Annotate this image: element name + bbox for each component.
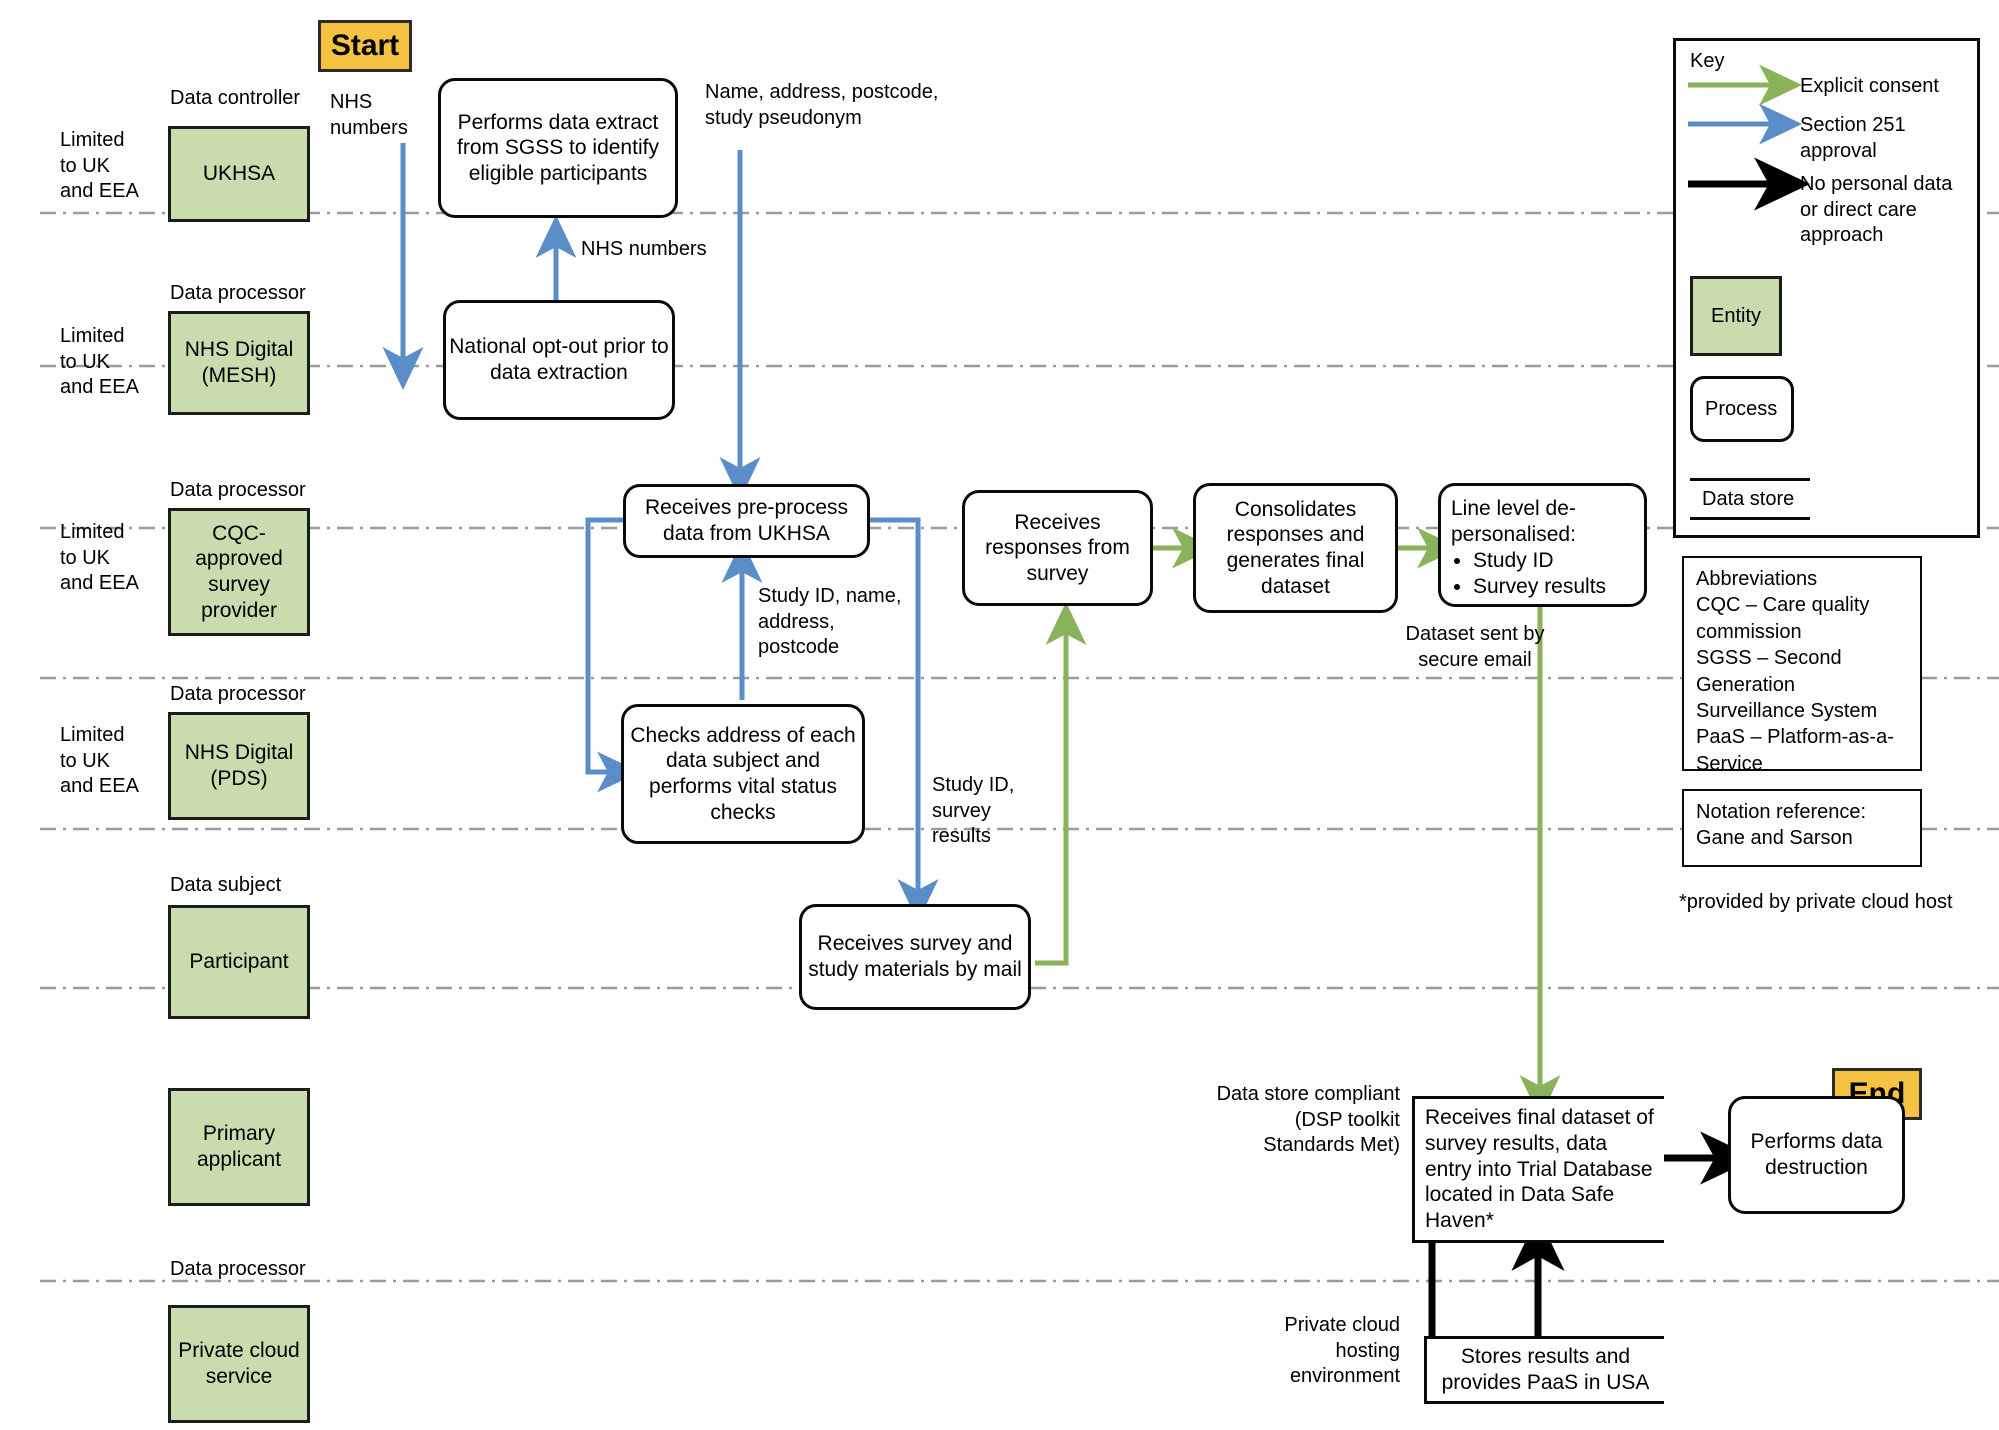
process-consolidates-responses[interactable]: Consolidates responses and generates fin… xyxy=(1193,483,1398,613)
lane-scope-nhs-mesh: Limited to UK and EEA xyxy=(60,325,139,399)
process-receives-survey-materials[interactable]: Receives survey and study materials by m… xyxy=(799,904,1031,1010)
lane-role-ukhsa: Data controller xyxy=(170,87,301,109)
lane-role-cqc-survey: Data processor xyxy=(170,479,306,501)
flow-label-nhs-numbers-mid: NHS numbers xyxy=(581,238,707,260)
abbreviations-box: Abbreviations CQC – Care quality commiss… xyxy=(1682,556,1922,775)
process-performs-data-extract[interactable]: Performs data extract from SGSS to ident… xyxy=(438,78,678,218)
datastore-final-dataset-text: Receives final dataset of survey results… xyxy=(1425,1106,1654,1232)
entity-primary-applicant[interactable]: Primary applicant xyxy=(168,1088,310,1206)
lane-scope-nhs-pds: Limited to UK and EEA xyxy=(60,724,139,798)
flow-label-study-id-survey-results: Study ID, survey results xyxy=(932,774,1015,848)
line-level-bullet-study-id: Study ID xyxy=(1473,548,1634,574)
lane-scope-cqc-survey: Limited to UK and EEA xyxy=(60,521,139,595)
key-shape-data-store: Data store xyxy=(1690,478,1810,520)
datastore-paas-usa[interactable]: Stores results and provides PaaS in USA xyxy=(1424,1336,1664,1404)
key-legend-label-explicit-consent: Explicit consent xyxy=(1800,75,1939,97)
start-terminator[interactable]: Start xyxy=(318,20,412,72)
datastore-final-dataset-trial-database[interactable]: Receives final dataset of survey results… xyxy=(1412,1096,1664,1243)
entity-cqc-survey-provider[interactable]: CQC- approved survey provider xyxy=(168,508,310,636)
process-receives-preprocess-data[interactable]: Receives pre-process data from UKHSA xyxy=(623,484,870,558)
lane-role-nhs-pds: Data processor xyxy=(170,683,306,705)
key-shape-process: Process xyxy=(1690,376,1794,442)
entity-private-cloud-service[interactable]: Private cloud service xyxy=(168,1305,310,1423)
process-performs-data-destruction[interactable]: Performs data destruction xyxy=(1728,1096,1905,1214)
process-checks-address-vital-status[interactable]: Checks address of each data subject and … xyxy=(621,704,865,844)
lane-role-nhs-mesh: Data processor xyxy=(170,282,306,304)
notation-reference-box: Notation reference: Gane and Sarson xyxy=(1682,789,1922,867)
entity-participant[interactable]: Participant xyxy=(168,905,310,1019)
line-level-bullet-survey-results: Survey results xyxy=(1473,574,1634,600)
footnote-private-cloud-host: *provided by private cloud host xyxy=(1679,891,1953,913)
lane-role-private-cloud: Data processor xyxy=(170,1258,306,1280)
key-legend-label-no-personal-data: No personal data or direct care approach xyxy=(1800,173,1953,247)
entity-nhs-digital-pds[interactable]: NHS Digital (PDS) xyxy=(168,712,310,820)
flow-label-nhs-numbers-top: NHS numbers xyxy=(330,91,408,139)
key-legend-label-section251: Section 251 approval xyxy=(1800,114,1906,162)
lane-role-participant: Data subject xyxy=(170,874,282,896)
entity-nhs-digital-mesh[interactable]: NHS Digital (MESH) xyxy=(168,311,310,415)
line-level-heading: Line level de- personalised: xyxy=(1451,497,1576,546)
flow-label-name-address-postcode: Name, address, postcode, study pseudonym xyxy=(705,81,939,129)
process-line-level-depersonalised[interactable]: Line level de- personalised: Study ID Su… xyxy=(1438,483,1647,607)
flow-label-data-store-compliant: Data store compliant (DSP toolkit Standa… xyxy=(1216,1083,1400,1157)
flow-label-dataset-secure-email: Dataset sent by secure email xyxy=(1405,623,1545,671)
flow-label-study-id-name-address: Study ID, name, address, postcode xyxy=(758,585,902,659)
key-shape-entity: Entity xyxy=(1690,276,1782,356)
flow-label-private-cloud-hosting: Private cloud hosting environment xyxy=(1284,1314,1400,1388)
entity-ukhsa[interactable]: UKHSA xyxy=(168,126,310,222)
process-national-opt-out[interactable]: National opt-out prior to data extractio… xyxy=(443,300,675,420)
process-receives-responses[interactable]: Receives responses from survey xyxy=(962,490,1153,606)
key-panel-title: Key xyxy=(1690,50,1725,72)
lane-scope-ukhsa: Limited to UK and EEA xyxy=(60,129,139,203)
diagram-canvas: Data controller Limited to UK and EEA Da… xyxy=(0,0,1999,1430)
